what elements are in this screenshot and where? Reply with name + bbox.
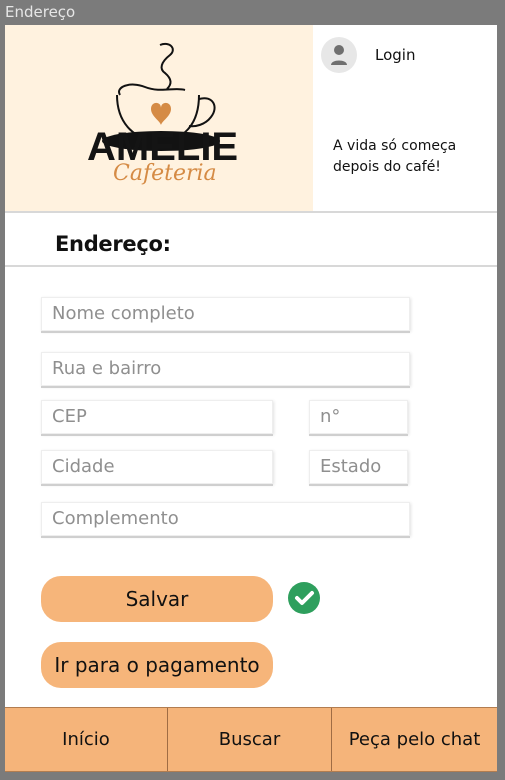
brand-panel: AMELIE Cafeteria (5, 25, 313, 212)
login-link[interactable]: Login (375, 46, 415, 64)
check-mark-icon (295, 591, 314, 605)
hero-section: AMELIE Cafeteria Login A vida só começa … (5, 25, 497, 212)
window-title: Endereço (5, 3, 76, 21)
top-divider (5, 211, 497, 213)
avatar[interactable] (321, 37, 357, 73)
city-input[interactable]: Cidade (41, 450, 273, 484)
nav-item-inicio[interactable]: Início (5, 708, 168, 771)
app-frame: AMELIE Cafeteria Login A vida só começa … (5, 25, 497, 707)
tagline: A vida só começa depois do café! (333, 138, 457, 175)
number-input[interactable]: n° (309, 400, 408, 434)
section-divider (5, 265, 497, 267)
state-input[interactable]: Estado (309, 450, 408, 484)
nav-item-buscar[interactable]: Buscar (168, 708, 332, 771)
user-panel: Login A vida só começa depois do café! (313, 25, 497, 212)
complement-input[interactable]: Complemento (41, 502, 410, 536)
cep-input[interactable]: CEP (41, 400, 273, 434)
street-input[interactable]: Rua e bairro (41, 352, 410, 386)
go-to-payment-button[interactable]: Ir para o pagamento (41, 642, 273, 688)
full-name-input[interactable]: Nome completo (41, 297, 410, 331)
section-title: Endereço: (55, 232, 171, 256)
user-icon (331, 45, 347, 65)
brand-sub-text: Cafeteria (113, 161, 217, 186)
nav-item-chat[interactable]: Peça pelo chat (332, 708, 497, 771)
check-icon (288, 582, 320, 614)
save-button[interactable]: Salvar (41, 576, 273, 622)
bottom-nav: Início Buscar Peça pelo chat (5, 707, 497, 772)
